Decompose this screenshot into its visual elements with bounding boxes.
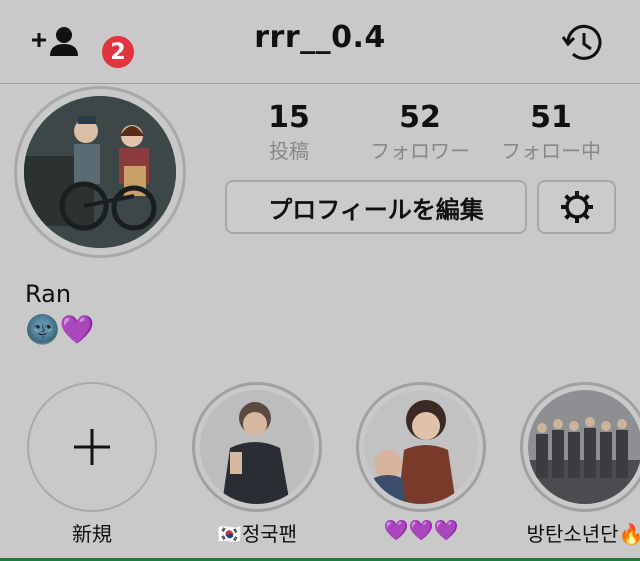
highlight-cover	[528, 390, 640, 504]
stat-followers[interactable]: 52 フォロワー	[345, 100, 495, 164]
following-count: 51	[530, 100, 572, 135]
edit-profile-button[interactable]: プロフィールを編集	[225, 180, 527, 234]
highlight-cover	[364, 390, 478, 504]
highlight-bts[interactable]: 방탄소년단🔥	[520, 382, 640, 546]
highlight-label: 新規	[72, 522, 112, 546]
history-icon	[561, 24, 602, 60]
followers-label: フォロワー	[370, 139, 470, 163]
username-title[interactable]: rrr__0.4	[0, 20, 640, 55]
highlight-cover	[200, 390, 314, 504]
profile-avatar[interactable]	[14, 86, 186, 258]
highlight-hearts[interactable]: 💜💜💜	[356, 382, 486, 542]
highlight-label: 🇰🇷정국팬	[216, 522, 298, 546]
gear-icon	[560, 191, 593, 223]
followers-count: 52	[399, 100, 441, 135]
history-button[interactable]	[560, 20, 606, 66]
display-name: Ran	[25, 280, 72, 308]
avatar-image	[24, 96, 176, 248]
following-label: フォロー中	[501, 139, 601, 163]
top-bar: 2 rrr__0.4	[0, 0, 640, 84]
bio-text: 🌚💜	[25, 313, 95, 346]
posts-label: 投稿	[269, 139, 309, 163]
stat-posts[interactable]: 15 投稿	[214, 100, 364, 164]
highlight-label: 방탄소년단🔥	[526, 522, 640, 546]
settings-button[interactable]	[537, 180, 616, 234]
highlight-new[interactable]: 新規	[27, 382, 157, 546]
posts-count: 15	[268, 100, 310, 135]
plus-icon	[74, 429, 110, 465]
stat-following[interactable]: 51 フォロー中	[476, 100, 626, 164]
highlight-jungkook[interactable]: 🇰🇷정국팬	[192, 382, 322, 546]
highlight-label: 💜💜💜	[383, 518, 459, 542]
new-highlight-circle	[27, 382, 157, 512]
